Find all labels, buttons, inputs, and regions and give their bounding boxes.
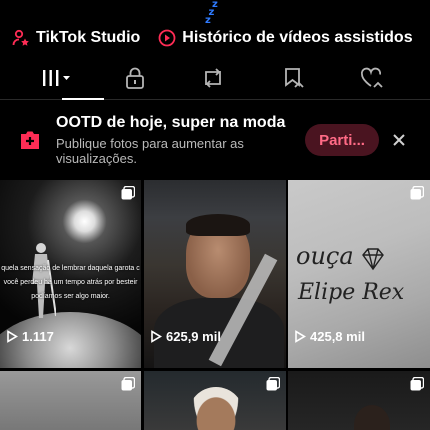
video-thumbnail[interactable]: quela sensação de lembrar daquela garota… — [0, 180, 141, 368]
tab-private[interactable] — [105, 56, 165, 100]
tab-liked[interactable] — [342, 56, 402, 100]
video-grid: quela sensação de lembrar daquela garota… — [0, 180, 430, 430]
multi-photo-icon — [121, 186, 135, 200]
ootd-promo-banner: OOTD de hoje, super na moda Publique fot… — [0, 102, 430, 176]
close-icon[interactable] — [389, 130, 409, 150]
person-star-icon — [12, 29, 29, 46]
profile-tabs — [0, 56, 430, 100]
video-thumbnail[interactable]: ouça Elipe Rex 425,8 mil — [288, 180, 430, 368]
multi-photo-icon — [410, 377, 424, 391]
shortcut-label: TikTok Studio — [36, 29, 141, 46]
play-outline-icon — [151, 330, 162, 343]
video-thumbnail[interactable] — [144, 371, 286, 430]
tab-videos[interactable] — [26, 56, 104, 100]
video-thumbnail[interactable] — [288, 371, 430, 430]
participate-button[interactable]: Parti... — [305, 124, 379, 156]
tab-reposts[interactable] — [183, 56, 243, 100]
banner-subtitle: Publique fotos para aumentar as visualiz… — [56, 136, 244, 166]
banner-title: OOTD de hoje, super na moda — [56, 114, 286, 131]
sleep-indicator-icon: z zz — [205, 0, 218, 26]
add-photo-icon — [21, 131, 39, 149]
wall-writing: ouça — [296, 242, 354, 270]
tab-favorites[interactable] — [264, 56, 324, 100]
view-count: 425,8 mil — [294, 329, 365, 344]
view-count-label: 425,8 mil — [310, 329, 365, 344]
heart-hand-icon — [360, 67, 383, 88]
view-count: 625,9 mil — [150, 329, 221, 344]
repost-icon — [205, 68, 221, 88]
shortcut-label: Histórico de vídeos assistidos — [182, 29, 413, 46]
view-count-label: 625,9 mil — [166, 329, 221, 344]
video-thumbnail[interactable]: 625,9 mil — [144, 180, 286, 368]
person-head-graphic — [354, 405, 390, 430]
shortcut-bar: TikTok Studio Histórico de vídeos assist… — [0, 26, 430, 50]
watch-history-shortcut[interactable]: Histórico de vídeos assistidos — [158, 29, 413, 47]
tiktok-studio-shortcut[interactable]: TikTok Studio — [12, 29, 140, 47]
view-count: 1.117 — [6, 329, 54, 344]
overlay-caption: quela sensação de lembrar daquela garota… — [1, 265, 140, 300]
grid-icon — [43, 70, 70, 86]
person-head-graphic — [188, 387, 244, 430]
multi-photo-icon — [410, 186, 424, 200]
lock-icon — [126, 67, 144, 89]
multi-photo-icon — [266, 377, 280, 391]
video-thumbnail[interactable] — [0, 371, 141, 430]
wall-writing: Elipe Rex — [298, 280, 405, 305]
play-outline-icon — [7, 330, 18, 343]
bookmark-hand-icon — [285, 68, 304, 88]
play-outline-icon — [295, 330, 306, 343]
view-count-label: 1.117 — [22, 329, 54, 344]
multi-photo-icon — [121, 377, 135, 391]
play-circle-icon — [158, 29, 176, 47]
person-hair-graphic — [186, 214, 250, 236]
diamond-drawing-icon — [362, 248, 384, 271]
